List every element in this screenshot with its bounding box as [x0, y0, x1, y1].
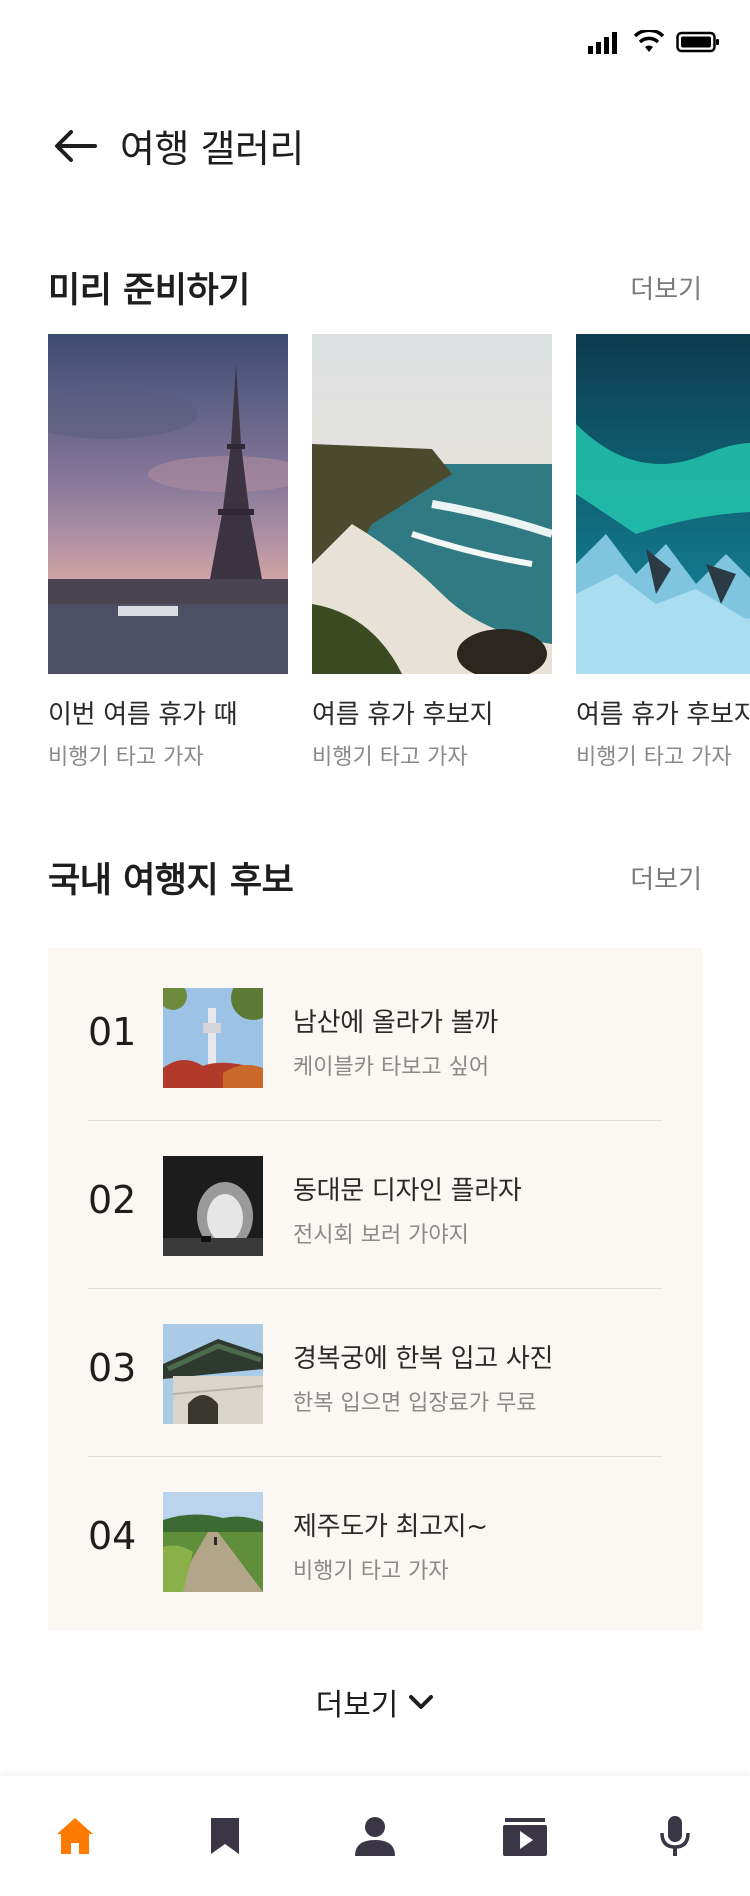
load-more-button[interactable]: 더보기: [0, 1680, 750, 1724]
wifi-icon: [634, 30, 664, 52]
eiffel-tower-photo: [48, 334, 288, 674]
preparation-card-carousel[interactable]: 이번 여름 휴가 때 비행기 타고 가자 여름 휴가 후보지 비행기 타고 가자…: [48, 334, 750, 774]
preparation-more-link[interactable]: 더보기: [630, 269, 702, 306]
gyeongbokgung-gate-photo: [163, 1324, 263, 1424]
microphone-icon: [660, 1816, 690, 1856]
page-title: 여행 갤러리: [120, 127, 304, 171]
media-icon: [503, 1818, 547, 1856]
preparation-card[interactable]: 이번 여름 휴가 때 비행기 타고 가자: [48, 334, 288, 771]
aurora-glacier-photo: [576, 334, 750, 674]
status-bar: [0, 0, 750, 90]
card-subtitle: 비행기 타고 가자: [312, 745, 468, 770]
item-title: 남산에 올라가 볼까: [293, 1008, 498, 1038]
card-subtitle: 비행기 타고 가자: [576, 745, 732, 770]
domestic-list: 01 남산에 올라가 볼까 케이블카 타보고 싶어 02 동대문 디자인 플라자…: [48, 948, 702, 1630]
card-title: 여름 휴가 후보지: [576, 700, 750, 730]
preparation-section-title: 미리 준비하기: [48, 271, 250, 311]
beach-coast-photo: [312, 334, 552, 674]
profile-icon: [355, 1817, 395, 1856]
ddp-tunnel-photo: [163, 1156, 263, 1256]
nav-home[interactable]: [35, 1796, 115, 1876]
list-item[interactable]: 02 동대문 디자인 플라자 전시회 보러 가야지: [48, 1116, 702, 1284]
item-subtitle: 한복 입으면 입장료가 무료: [293, 1391, 537, 1416]
page-header: 여행 갤러리: [50, 118, 304, 173]
rank-number: 02: [88, 1178, 137, 1222]
rank-number: 03: [88, 1346, 137, 1390]
rank-number: 01: [88, 1010, 137, 1054]
battery-icon: [676, 31, 719, 53]
domestic-more-link[interactable]: 더보기: [630, 859, 702, 896]
preparation-section-header: 미리 준비하기 더보기: [48, 262, 702, 313]
card-title: 여름 휴가 후보지: [312, 700, 494, 730]
item-subtitle: 전시회 보러 가야지: [293, 1223, 469, 1248]
jeju-path-photo: [163, 1492, 263, 1592]
back-button[interactable]: [50, 121, 100, 171]
nav-profile[interactable]: [335, 1796, 415, 1876]
list-item[interactable]: 01 남산에 올라가 볼까 케이블카 타보고 싶어: [48, 948, 702, 1116]
rank-number: 04: [88, 1514, 137, 1558]
nav-bookmark[interactable]: [185, 1796, 265, 1876]
chevron-down-icon: [409, 1695, 434, 1709]
card-subtitle: 비행기 타고 가자: [48, 745, 204, 770]
load-more-label: 더보기: [315, 1688, 399, 1723]
bookmark-icon: [211, 1818, 239, 1854]
domestic-section-title: 국내 여행지 후보: [48, 861, 294, 901]
preparation-card[interactable]: 여름 휴가 후보지 비행기 타고 가자: [312, 334, 552, 771]
item-subtitle: 케이블카 타보고 싶어: [293, 1055, 490, 1080]
item-title: 경복궁에 한복 입고 사진: [293, 1344, 554, 1374]
bottom-navigation: [0, 1776, 750, 1896]
home-icon: [57, 1818, 93, 1854]
list-item[interactable]: 03 경복궁에 한복 입고 사진 한복 입으면 입장료가 무료: [48, 1284, 702, 1452]
nav-voice[interactable]: [635, 1796, 715, 1876]
signal-icon: [588, 32, 617, 54]
back-arrow-icon: [55, 129, 97, 162]
item-title: 제주도가 최고지~: [293, 1512, 488, 1542]
preparation-card[interactable]: 여름 휴가 후보지 비행기 타고 가자: [576, 334, 750, 771]
namsan-tower-photo: [163, 988, 263, 1088]
domestic-section-header: 국내 여행지 후보 더보기: [48, 852, 702, 903]
item-title: 동대문 디자인 플라자: [293, 1176, 522, 1206]
item-subtitle: 비행기 타고 가자: [293, 1559, 449, 1584]
card-title: 이번 여름 휴가 때: [48, 700, 238, 730]
nav-media[interactable]: [485, 1796, 565, 1876]
list-item[interactable]: 04 제주도가 최고지~ 비행기 타고 가자: [48, 1452, 702, 1620]
